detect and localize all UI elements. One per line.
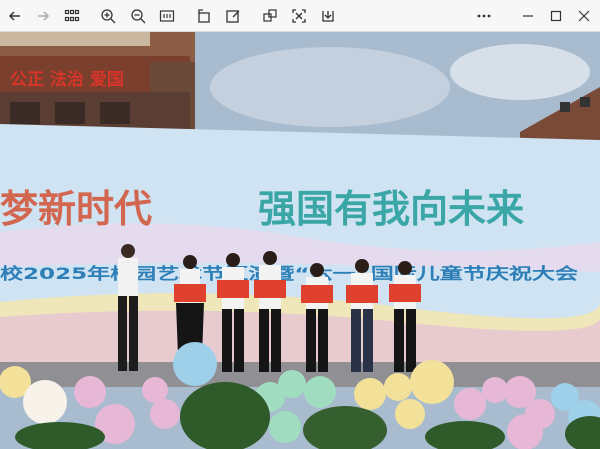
edit-icon[interactable] xyxy=(221,4,245,28)
download-icon[interactable] xyxy=(316,4,340,28)
grid-view-icon[interactable] xyxy=(60,4,84,28)
zoom-in-icon[interactable] xyxy=(96,4,120,28)
back-arrow-icon[interactable] xyxy=(3,4,27,28)
minimize-icon[interactable] xyxy=(516,4,540,28)
more-icon[interactable] xyxy=(472,4,496,28)
event-photo: 公正 法治 爱国 梦新时代 强国有我向未来 校2025年校园艺术节汇演暨“六一”… xyxy=(0,32,600,449)
scan-icon[interactable] xyxy=(287,4,311,28)
banner-slogan-left: 梦新时代 xyxy=(0,187,152,231)
banner-slogan-right: 强国有我向未来 xyxy=(258,187,524,231)
viewer-toolbar xyxy=(0,0,600,32)
banner-event-title: 校2025年校园艺术节汇演暨“六一”国际儿童节庆祝大会 xyxy=(0,264,578,283)
stage-banner xyxy=(0,124,600,362)
copy-icon[interactable] xyxy=(258,4,282,28)
rotate-icon[interactable] xyxy=(192,4,216,28)
image-viewport[interactable]: 公正 法治 爱国 梦新时代 强国有我向未来 校2025年校园艺术节汇演暨“六一”… xyxy=(0,32,600,449)
building-slogan: 公正 法治 爱国 xyxy=(10,69,124,90)
zoom-out-icon[interactable] xyxy=(126,4,150,28)
forward-arrow-icon[interactable] xyxy=(31,4,55,28)
close-icon[interactable] xyxy=(572,4,596,28)
cloud xyxy=(450,44,590,100)
actual-size-icon[interactable] xyxy=(155,4,179,28)
maximize-icon[interactable] xyxy=(544,4,568,28)
cloud xyxy=(210,47,450,127)
